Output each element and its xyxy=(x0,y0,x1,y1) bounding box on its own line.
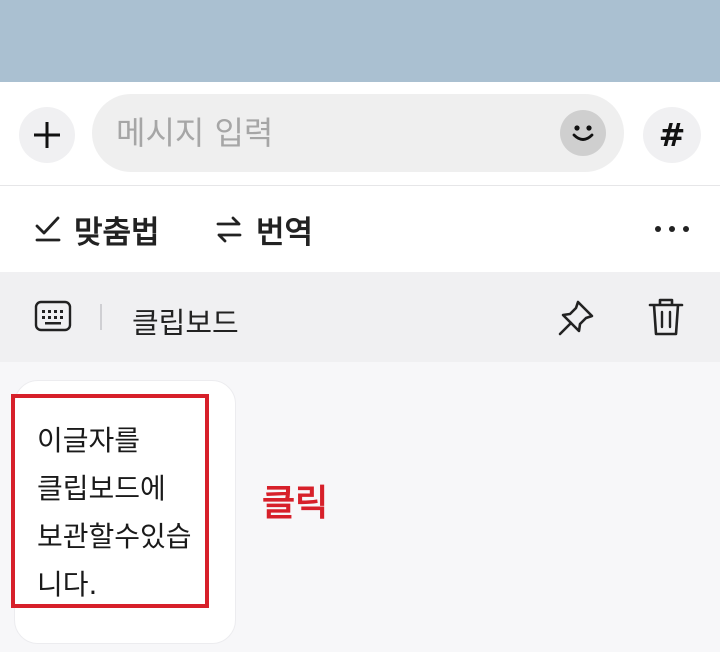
top-color-band xyxy=(0,0,720,82)
spellcheck-label: 맞춤법 xyxy=(74,214,160,251)
checkmark-underline-icon xyxy=(35,216,61,242)
message-input[interactable] xyxy=(116,112,546,154)
swap-arrows-icon xyxy=(216,216,242,243)
highlight-box xyxy=(11,394,209,608)
input-toolbar: 맞춤법 번역 xyxy=(0,186,720,272)
emoji-button[interactable] xyxy=(560,110,606,156)
message-field[interactable] xyxy=(92,94,624,172)
hashtag-button[interactable]: # xyxy=(643,107,701,163)
emoji-icon xyxy=(572,125,594,141)
translate-button[interactable]: 번역 xyxy=(214,208,314,251)
keyboard-icon[interactable] xyxy=(34,299,72,333)
more-button[interactable] xyxy=(650,208,694,250)
pin-icon[interactable] xyxy=(556,298,596,338)
trash-icon[interactable] xyxy=(646,296,686,338)
more-horizontal-icon xyxy=(655,226,689,232)
translate-label: 번역 xyxy=(256,214,314,251)
clipboard-header: 클립보드 xyxy=(0,272,720,362)
message-input-bar: # xyxy=(0,82,720,186)
clipboard-title: 클립보드 xyxy=(132,306,239,340)
spellcheck-button[interactable]: 맞춤법 xyxy=(34,208,160,251)
hash-label: # xyxy=(658,116,686,154)
header-divider xyxy=(100,304,102,330)
click-annotation: 클릭 xyxy=(262,483,329,524)
plus-button[interactable] xyxy=(19,107,75,163)
